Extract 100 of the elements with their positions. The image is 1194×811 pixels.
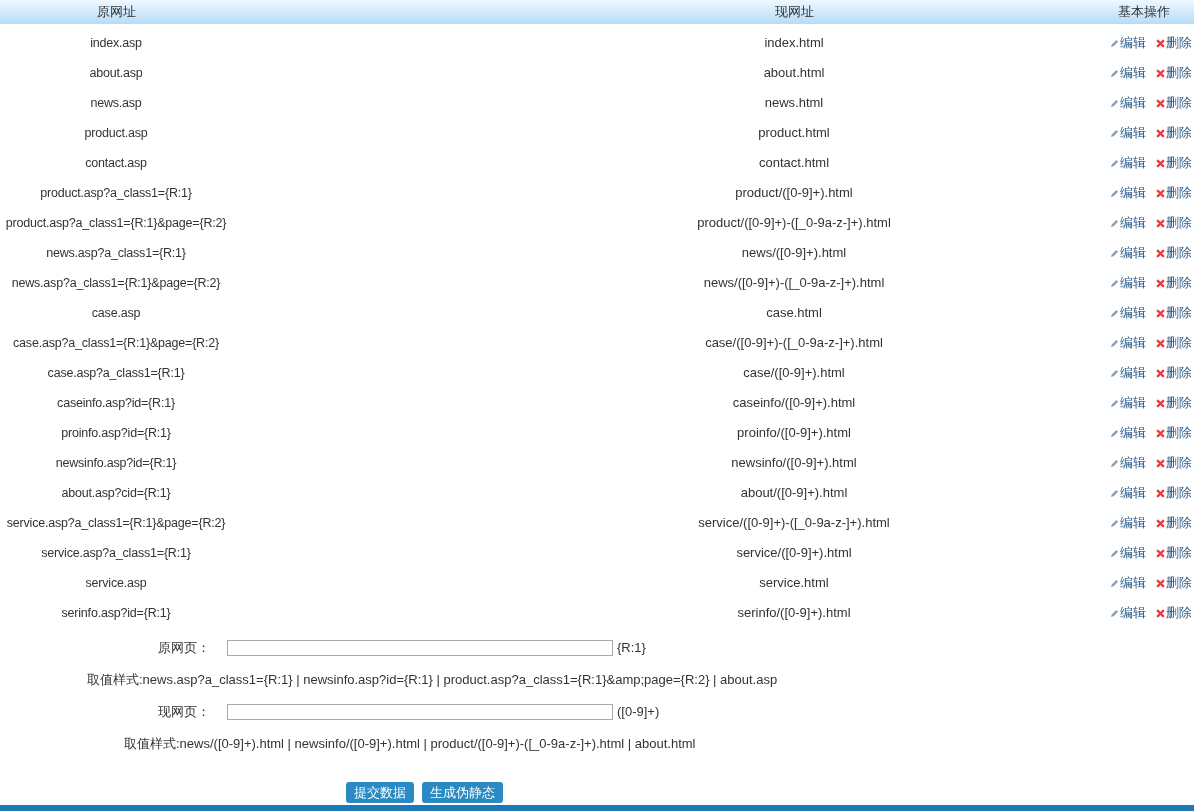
delete-link[interactable]: 删除 xyxy=(1156,273,1192,293)
table-cell-text: proinfo/([0-9]+).html xyxy=(736,424,852,443)
edit-link[interactable]: 编辑 xyxy=(1110,63,1146,83)
delete-link[interactable]: 删除 xyxy=(1156,573,1192,593)
table-cell-text: caseinfo/([0-9]+).html xyxy=(731,394,857,413)
table-cell-text: news/([0-9]+)-([_0-9a-z-]+).html xyxy=(702,274,886,293)
delete-icon xyxy=(1156,278,1165,288)
delete-link[interactable]: 删除 xyxy=(1156,33,1192,53)
table-cell-text: newsinfo/([0-9]+).html xyxy=(730,454,858,473)
edit-link[interactable]: 编辑 xyxy=(1110,543,1146,563)
table-cell-text: proinfo.asp?id={R:1} xyxy=(60,424,172,442)
edit-link[interactable]: 编辑 xyxy=(1110,93,1146,113)
table-cell-text: serinfo/([0-9]+).html xyxy=(736,604,852,623)
table-cell-text: service.asp xyxy=(84,574,148,592)
table-cell-text: case.asp?a_class1={R:1} xyxy=(46,364,186,382)
input-field[interactable] xyxy=(227,640,613,656)
pencil-icon xyxy=(1110,188,1119,198)
delete-link[interactable]: 删除 xyxy=(1156,93,1192,113)
delete-icon xyxy=(1156,428,1165,438)
delete-link[interactable]: 删除 xyxy=(1156,603,1192,623)
table-cell-text: case/([0-9]+)-([_0-9a-z-]+).html xyxy=(704,334,884,353)
table-cell-text: about/([0-9]+).html xyxy=(739,484,849,503)
edit-link[interactable]: 编辑 xyxy=(1110,393,1146,413)
edit-link[interactable]: 编辑 xyxy=(1110,483,1146,503)
pencil-icon xyxy=(1110,338,1119,348)
table-cell-text: news.asp?a_class1={R:1} xyxy=(45,244,187,262)
delete-link[interactable]: 删除 xyxy=(1156,153,1192,173)
edit-link[interactable]: 编辑 xyxy=(1110,183,1146,203)
pencil-icon xyxy=(1110,278,1119,288)
field-label: 原网页： xyxy=(157,639,211,658)
input-field[interactable] xyxy=(227,704,613,720)
delete-link[interactable]: 删除 xyxy=(1156,213,1192,233)
table-cell-text: news.html xyxy=(763,94,825,113)
delete-icon xyxy=(1156,488,1165,498)
delete-link[interactable]: 删除 xyxy=(1156,303,1192,323)
delete-icon xyxy=(1156,248,1165,258)
delete-icon xyxy=(1156,158,1165,168)
edit-link[interactable]: 编辑 xyxy=(1110,33,1146,53)
edit-link[interactable]: 编辑 xyxy=(1110,303,1146,323)
table-cell-text: product.asp?a_class1={R:1}&page={R:2} xyxy=(4,214,228,232)
pencil-icon xyxy=(1110,458,1119,468)
edit-link[interactable]: 编辑 xyxy=(1110,513,1146,533)
delete-icon xyxy=(1156,368,1165,378)
table-cell-text: contact.asp xyxy=(84,154,148,172)
delete-icon xyxy=(1156,308,1165,318)
delete-icon xyxy=(1156,398,1165,408)
submit-button[interactable]: 提交数据 xyxy=(346,782,414,803)
submit-button[interactable]: 生成伪静态 xyxy=(422,782,503,803)
pencil-icon xyxy=(1110,308,1119,318)
table-cell-text: product/([0-9]+)-([_0-9a-z-]+).html xyxy=(696,214,892,233)
delete-link[interactable]: 删除 xyxy=(1156,483,1192,503)
table-cell-text: case/([0-9]+).html xyxy=(742,364,846,383)
pencil-icon xyxy=(1110,68,1119,78)
delete-link[interactable]: 删除 xyxy=(1156,453,1192,473)
format-hint: 取值样式:news/([0-9]+).html | newsinfo/([0-9]+).html | product/([0-9]+)-([_0-9a-z-]+).html | about.html xyxy=(123,735,696,754)
pencil-icon xyxy=(1110,218,1119,228)
edit-link[interactable]: 编辑 xyxy=(1110,213,1146,233)
table-cell-text: case.asp?a_class1={R:1}&page={R:2} xyxy=(12,334,220,352)
delete-icon xyxy=(1156,338,1165,348)
delete-link[interactable]: 删除 xyxy=(1156,363,1192,383)
delete-link[interactable]: 删除 xyxy=(1156,123,1192,143)
format-hint: 取值样式:news.asp?a_class1={R:1} | newsinfo.asp?id={R:1} | product.asp?a_class1={R:1}&amp;page={R:2} | about.asp xyxy=(86,671,778,690)
table-cell-text: service.asp?a_class1={R:1}&page={R:2} xyxy=(5,514,227,532)
table-cell-text: service.asp?a_class1={R:1} xyxy=(40,544,192,562)
table-cell-text: product/([0-9]+).html xyxy=(734,184,854,203)
edit-link[interactable]: 编辑 xyxy=(1110,603,1146,623)
table-cell-text: news/([0-9]+).html xyxy=(740,244,848,263)
delete-link[interactable]: 删除 xyxy=(1156,183,1192,203)
delete-link[interactable]: 删除 xyxy=(1156,333,1192,353)
pencil-icon xyxy=(1110,368,1119,378)
table-cell-text: product.asp xyxy=(83,124,149,142)
edit-link[interactable]: 编辑 xyxy=(1110,273,1146,293)
edit-link[interactable]: 编辑 xyxy=(1110,573,1146,593)
delete-link[interactable]: 删除 xyxy=(1156,393,1192,413)
edit-link[interactable]: 编辑 xyxy=(1110,123,1146,143)
table-cell-text: news.asp?a_class1={R:1}&page={R:2} xyxy=(10,274,222,292)
table-cell-text: case.asp xyxy=(90,304,142,322)
table-cell-text: product.asp?a_class1={R:1} xyxy=(39,184,193,202)
pencil-icon xyxy=(1110,518,1119,528)
delete-icon xyxy=(1156,188,1165,198)
edit-link[interactable]: 编辑 xyxy=(1110,333,1146,353)
column-header: 基本操作 xyxy=(1117,3,1171,22)
table-cell-text: service/([0-9]+)-([_0-9a-z-]+).html xyxy=(697,514,891,533)
edit-link[interactable]: 编辑 xyxy=(1110,363,1146,383)
delete-link[interactable]: 删除 xyxy=(1156,63,1192,83)
delete-icon xyxy=(1156,128,1165,138)
table-cell-text: product.html xyxy=(757,124,831,143)
table-cell-text: contact.html xyxy=(757,154,831,173)
delete-link[interactable]: 删除 xyxy=(1156,513,1192,533)
table-cell-text: index.asp xyxy=(89,34,143,52)
table-cell-text: about.html xyxy=(762,64,826,83)
delete-link[interactable]: 删除 xyxy=(1156,243,1192,263)
delete-link[interactable]: 删除 xyxy=(1156,423,1192,443)
edit-link[interactable]: 编辑 xyxy=(1110,423,1146,443)
edit-link[interactable]: 编辑 xyxy=(1110,153,1146,173)
delete-link[interactable]: 删除 xyxy=(1156,543,1192,563)
delete-icon xyxy=(1156,38,1165,48)
pencil-icon xyxy=(1110,398,1119,408)
edit-link[interactable]: 编辑 xyxy=(1110,243,1146,263)
edit-link[interactable]: 编辑 xyxy=(1110,453,1146,473)
